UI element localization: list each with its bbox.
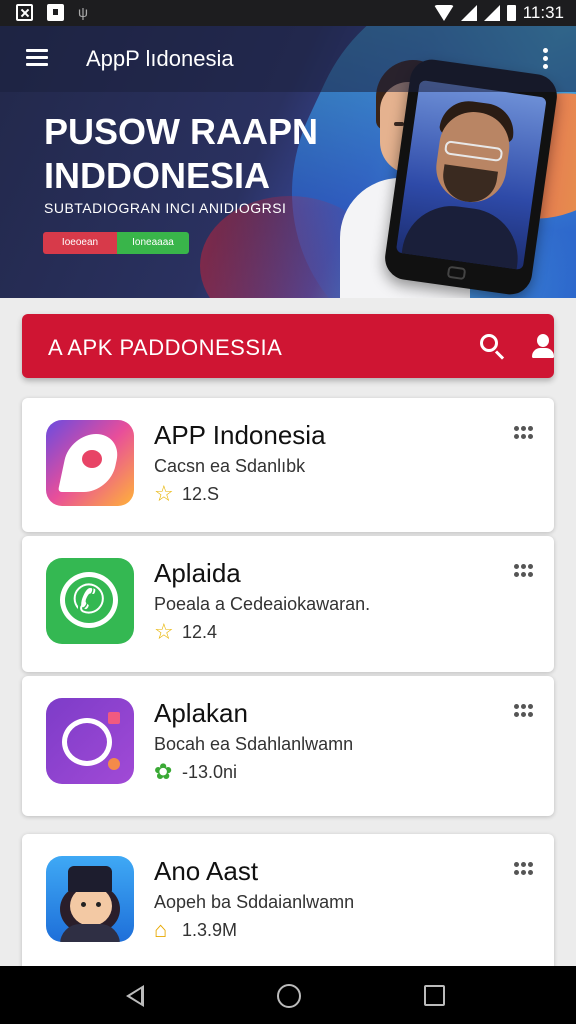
app-desc: Cacsn ea Sdanlıbk <box>154 456 306 476</box>
signal-icon <box>460 5 477 21</box>
image-icon <box>16 4 33 21</box>
app-name: Ano Aast <box>154 856 259 886</box>
clock: 11:31 <box>522 3 564 22</box>
banner-pill-red[interactable]: Ioeoean <box>43 232 117 254</box>
app-name: Aplakan <box>154 698 248 728</box>
app-title: AppP lıdonesia <box>86 46 234 71</box>
leaf-icon: ✿ <box>154 759 173 784</box>
app-rating: 12.S <box>182 484 220 504</box>
banner-headline: PUSOW RAAPN INDDONESIA <box>44 111 319 196</box>
hero-banner: AppP lıdonesia PUSOW RAAPN INDDONESIA SU… <box>0 26 576 298</box>
recents-icon[interactable] <box>424 985 445 1006</box>
app-rating: 12.4 <box>182 622 218 642</box>
more-options-icon[interactable] <box>514 862 534 876</box>
kebab-icon[interactable] <box>541 48 549 70</box>
wifi-icon <box>433 5 454 21</box>
app-desc: Poeala a Cedeaiokawaran. <box>154 594 371 614</box>
app-list-item[interactable]: APP Indonesia Cacsn ea Sdanlıbk ☆ 12.S <box>22 398 554 532</box>
banner-pill-green[interactable]: Ioneaaaa <box>117 232 189 254</box>
notification-icon <box>47 4 64 21</box>
battery-icon <box>506 5 516 21</box>
app-desc: Aopeh ba Sddaianlwamn <box>154 892 355 912</box>
app-rating: 1.3.9M <box>182 920 238 940</box>
status-bar: ψ 11:31 <box>0 0 576 26</box>
house-icon: ⌂ <box>154 917 168 942</box>
app-indonesia-icon <box>46 420 134 506</box>
hamburger-icon[interactable] <box>26 49 48 67</box>
banner-subline: SUBTADIOGRAN INCI ANIDIOGRSI <box>44 200 287 216</box>
star-icon: ☆ <box>154 481 174 506</box>
avatar-character-icon <box>46 856 134 942</box>
home-icon[interactable] <box>277 984 301 1008</box>
app-name: APP Indonesia <box>154 420 326 450</box>
more-options-icon[interactable] <box>514 426 534 440</box>
app-list-item[interactable]: Ano Aast Aopeh ba Sddaianlwamn ⌂ 1.3.9M <box>22 834 554 974</box>
usb-icon: ψ <box>78 4 88 20</box>
app-bar: AppP lıdonesia <box>0 26 576 92</box>
app-list-item[interactable]: Aplakan Bocah ea Sdahlanlwamn ✿ -13.0ni <box>22 676 554 816</box>
more-options-icon[interactable] <box>514 704 534 718</box>
more-options-icon[interactable] <box>514 564 534 578</box>
app-name: Aplaida <box>154 558 241 588</box>
back-icon[interactable] <box>126 985 144 1007</box>
system-nav-bar <box>0 966 576 1024</box>
chat-bubble-icon <box>46 698 134 784</box>
signal-icon-secondary <box>483 5 500 21</box>
banner-phone-image <box>382 56 560 298</box>
app-list-item[interactable]: ✆ Aplaida Poeala a Cedeaiokawaran. ☆ 12.… <box>22 536 554 672</box>
search-icon[interactable] <box>478 332 506 360</box>
app-desc: Bocah ea Sdahlanlwamn <box>154 734 354 754</box>
star-icon: ☆ <box>154 619 174 644</box>
search-bar-title: A APK PADDONESSIA <box>48 335 283 360</box>
app-rating: -13.0ni <box>182 762 238 782</box>
search-bar[interactable]: A APK PADDONESSIA <box>22 314 554 378</box>
phone-call-icon: ✆ <box>46 558 134 644</box>
user-icon[interactable] <box>530 332 556 360</box>
